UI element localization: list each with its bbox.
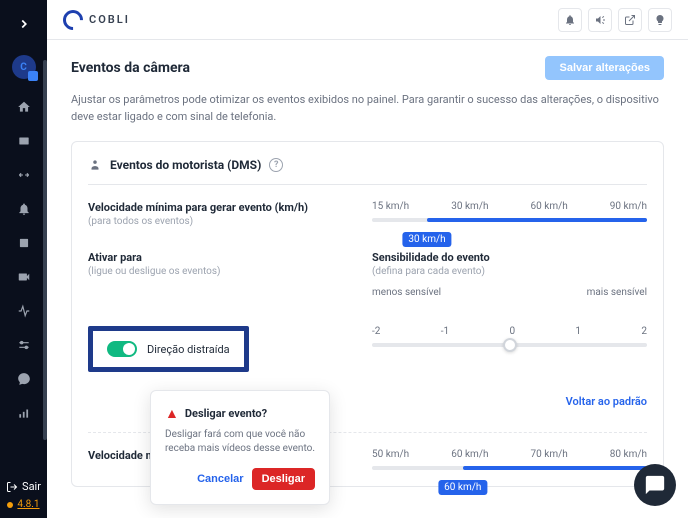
warning-icon: ▲ — [165, 405, 179, 422]
driver-icon — [88, 158, 102, 172]
popover-confirm-button[interactable]: Desligar — [252, 468, 315, 490]
slider2-ticks: 50 km/h 60 km/h 70 km/h 80 km/h — [372, 449, 647, 460]
topbar: COBLI — [47, 0, 688, 40]
dms-section-title: Eventos do motorista (DMS) — [110, 158, 261, 172]
sens-ticks: -2 -1 0 1 2 — [372, 326, 647, 337]
reset-link[interactable]: Voltar ao padrão — [566, 395, 647, 408]
sensitivity-slider[interactable] — [372, 343, 647, 347]
report-icon[interactable] — [16, 235, 32, 251]
logout-button[interactable]: Sair — [6, 480, 41, 493]
info-icon[interactable]: ? — [269, 158, 283, 172]
version-link[interactable]: 4.8.1 — [17, 499, 39, 510]
slider-handle[interactable] — [503, 338, 517, 352]
toggle-highlight-box: Direção distraída — [88, 326, 249, 372]
sidebar: C Sair 4.8.1 — [0, 0, 47, 518]
route-icon[interactable] — [16, 167, 32, 183]
min-speed-slider-2[interactable]: 60 km/h — [372, 466, 647, 470]
brand-text: COBLI — [89, 13, 130, 26]
page-title: Eventos da câmera — [71, 60, 190, 76]
sidebar-expand-button[interactable] — [9, 8, 39, 43]
popover-text: Desligar fará com que você não receba ma… — [165, 428, 315, 456]
pulse-icon[interactable] — [16, 303, 32, 319]
min-speed-sub: (para todos os eventos) — [88, 216, 348, 227]
sens-more-label: mais sensível — [587, 287, 647, 298]
popover-cancel-button[interactable]: Cancelar — [197, 468, 243, 490]
sensitivity-label: Sensibilidade do evento — [372, 251, 647, 264]
brand: COBLI — [63, 10, 130, 30]
external-link-button[interactable] — [618, 8, 642, 32]
slider1-value-badge: 30 km/h — [402, 232, 451, 247]
min-speed-label: Velocidade mínima para gerar evento (km/… — [88, 201, 348, 214]
camera-icon[interactable] — [16, 269, 32, 285]
home-icon[interactable] — [16, 99, 32, 115]
save-button[interactable]: Salvar alterações — [545, 56, 664, 80]
page-description: Ajustar os parâmetros pode otimizar os e… — [71, 92, 664, 125]
activate-label: Ativar para — [88, 251, 348, 264]
sensitivity-sub: (defina para cada evento) — [372, 266, 647, 277]
hints-button[interactable] — [648, 8, 672, 32]
disable-event-popover: ▲ Desligar evento? Desligar fará com que… — [150, 390, 330, 505]
logout-label: Sair — [22, 480, 41, 493]
distracted-driving-toggle[interactable] — [107, 341, 137, 357]
popover-title: Desligar evento? — [185, 407, 267, 420]
slider1-ticks: 15 km/h 30 km/h 60 km/h 90 km/h — [372, 201, 647, 212]
brand-logo-icon — [59, 5, 87, 33]
settings-icon[interactable] — [16, 337, 32, 353]
slider2-value-badge: 60 km/h — [438, 480, 487, 495]
chat-fab-button[interactable] — [634, 464, 676, 506]
map-icon[interactable] — [16, 133, 32, 149]
min-speed-slider[interactable]: 30 km/h — [372, 218, 647, 222]
notifications-button[interactable] — [558, 8, 582, 32]
org-logo-icon[interactable]: C — [12, 55, 36, 79]
announcements-button[interactable] — [588, 8, 612, 32]
sens-less-label: menos sensível — [372, 287, 441, 298]
analytics-icon[interactable] — [16, 405, 32, 421]
alerts-icon[interactable] — [16, 201, 32, 217]
content: Eventos da câmera Salvar alterações Ajus… — [47, 40, 688, 518]
version-indicator-icon — [7, 502, 13, 508]
activate-sub: (ligue ou desligue os eventos) — [88, 266, 348, 277]
distracted-driving-label: Direção distraída — [147, 343, 230, 356]
chat-icon[interactable] — [16, 371, 32, 387]
